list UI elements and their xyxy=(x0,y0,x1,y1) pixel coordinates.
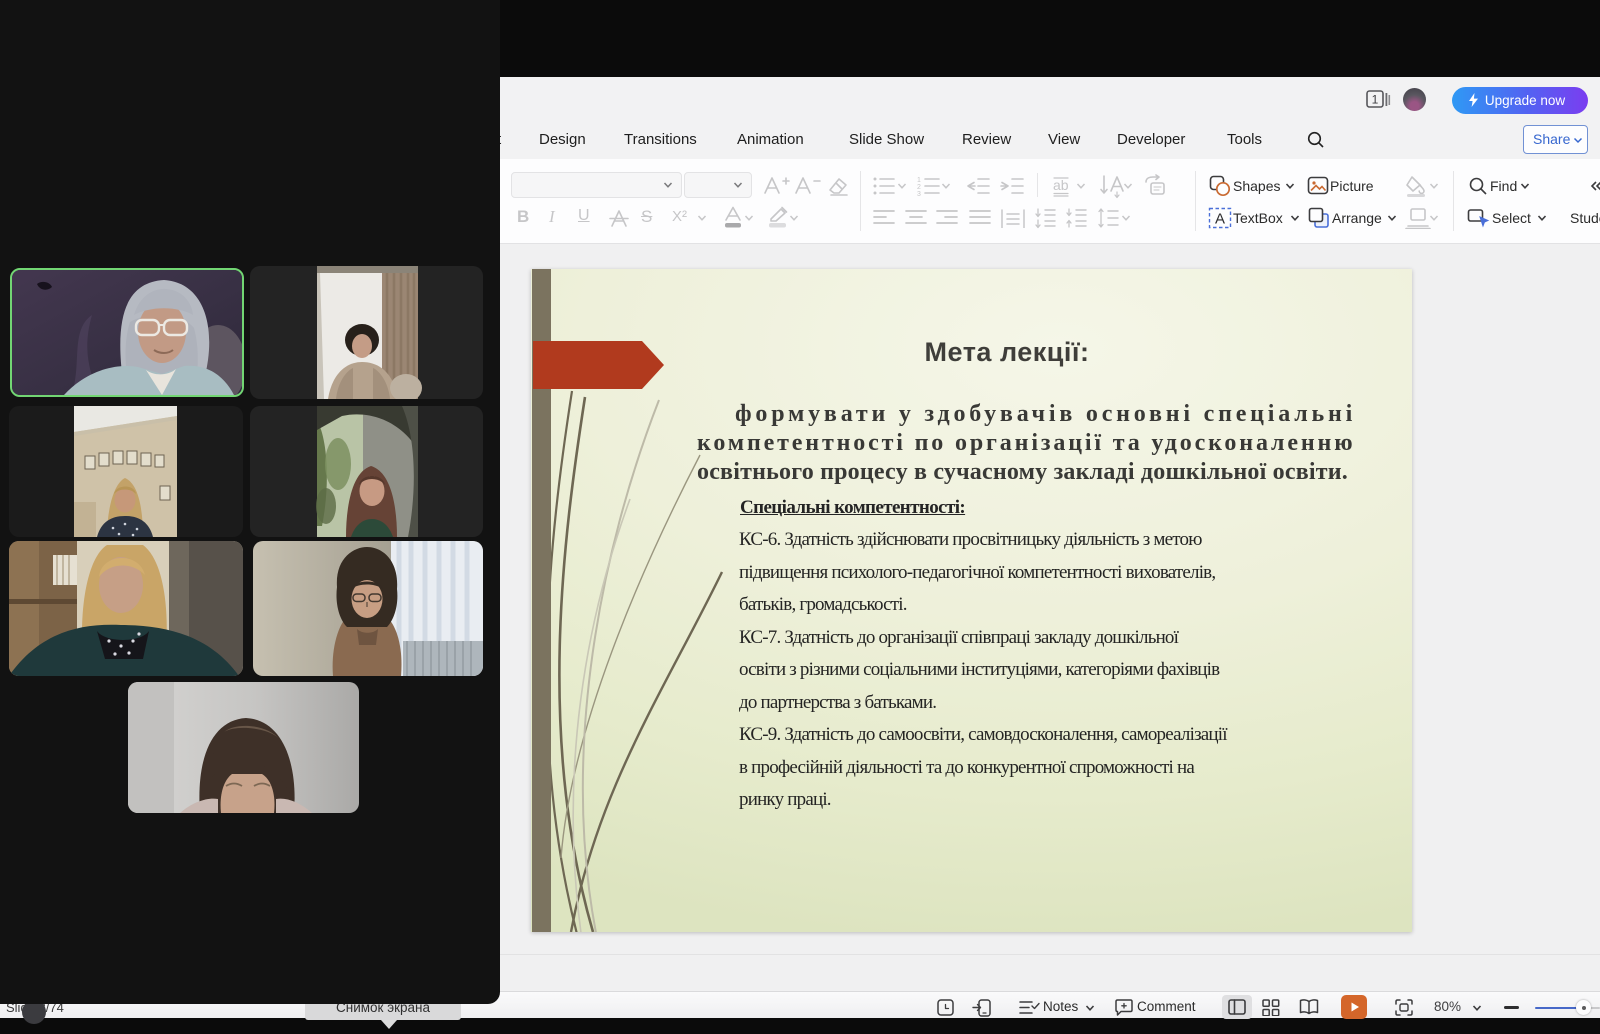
svg-text:A: A xyxy=(1215,211,1225,228)
svg-text:1: 1 xyxy=(917,177,921,184)
svg-text:3: 3 xyxy=(917,191,921,197)
svg-text:2: 2 xyxy=(917,184,921,191)
svg-text:ab: ab xyxy=(1053,177,1069,193)
svg-text:1: 1 xyxy=(1372,93,1379,107)
